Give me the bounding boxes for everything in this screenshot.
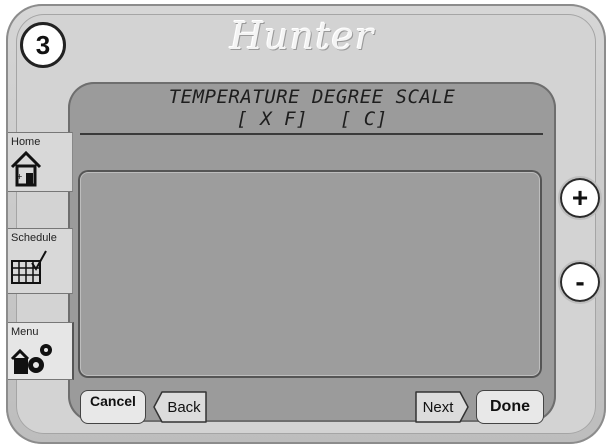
increase-button[interactable]: + [560,178,600,218]
step-number: 3 [35,29,51,60]
tab-schedule-label: Schedule [11,232,57,244]
brand-logo: Hunter [230,14,375,58]
tab-menu[interactable]: Menu [8,322,74,380]
screen-title: TEMPERATURE DEGREE SCALE [168,86,456,108]
next-label: Next [422,398,454,416]
done-label: Done [490,398,530,415]
schedule-icon [11,250,47,284]
minus-icon: - [575,266,585,297]
degree-scale-options: [ X F] [ C] [68,108,556,130]
back-button[interactable]: Back [152,390,208,424]
tab-home[interactable]: Home + [8,132,73,192]
option-fahrenheit[interactable]: [ X F] [236,108,308,130]
plus-icon: + [571,182,589,213]
tab-home-label: Home [11,136,41,148]
done-button[interactable]: Done [476,390,544,424]
cancel-label: Cancel [90,393,136,409]
svg-text:+: + [16,172,23,181]
step-number-badge: 3 [20,22,66,68]
header-divider [80,133,543,135]
tab-schedule[interactable]: Schedule [8,228,73,294]
option-celsius[interactable]: [ C] [340,108,388,130]
decrease-button[interactable]: - [560,262,600,302]
back-label: Back [167,398,201,416]
home-icon: + [10,150,42,187]
cancel-button[interactable]: Cancel [80,390,146,424]
content-area [78,170,542,378]
tab-menu-label: Menu [11,326,39,338]
next-button[interactable]: Next [414,390,470,424]
gears-icon [10,344,52,374]
